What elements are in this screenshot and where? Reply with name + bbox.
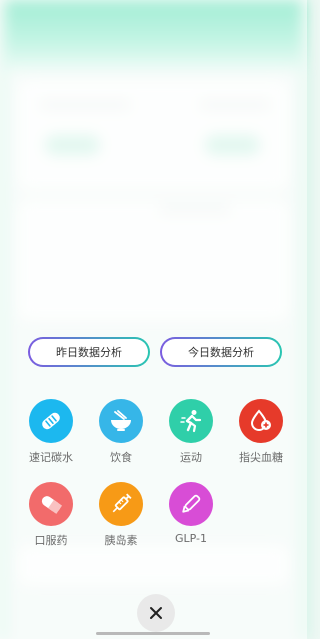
- exercise-button[interactable]: 运动: [155, 399, 227, 465]
- fingertip-glucose-button[interactable]: 指尖血糖: [225, 399, 297, 465]
- running-icon: [169, 399, 213, 443]
- pill-icon: [29, 482, 73, 526]
- bread-icon: [29, 399, 73, 443]
- today-analysis-button[interactable]: 今日数据分析: [160, 337, 282, 367]
- quick-carb-label: 速记碳水: [29, 451, 73, 464]
- oral-medicine-button[interactable]: 口服药: [15, 482, 87, 548]
- diet-button[interactable]: 饮食: [85, 399, 157, 465]
- fingertip-glucose-label: 指尖血糖: [239, 451, 283, 464]
- syringe-icon: [99, 482, 143, 526]
- glp1-label: GLP-1: [174, 532, 207, 545]
- diet-label: 饮食: [110, 451, 132, 464]
- exercise-label: 运动: [180, 451, 202, 464]
- glp1-button[interactable]: GLP-1: [155, 482, 227, 545]
- food-bowl-icon: [99, 399, 143, 443]
- yesterday-analysis-label: 昨日数据分析: [56, 346, 122, 359]
- close-button[interactable]: [137, 594, 175, 632]
- blood-drop-icon: [239, 399, 283, 443]
- yesterday-analysis-button[interactable]: 昨日数据分析: [28, 337, 150, 367]
- home-indicator: [96, 632, 210, 635]
- insulin-button[interactable]: 胰岛素: [85, 482, 157, 548]
- quick-carb-button[interactable]: 速记碳水: [15, 399, 87, 465]
- close-icon: [150, 607, 162, 619]
- insulin-label: 胰岛素: [104, 534, 138, 547]
- today-analysis-label: 今日数据分析: [188, 346, 254, 359]
- quick-record-sheet: 昨日数据分析 今日数据分析 速记碳水 饮食 运动 指尖血糖 口服药 胰岛素 GL…: [0, 0, 307, 639]
- pen-injector-icon: [169, 482, 213, 526]
- oral-medicine-label: 口服药: [34, 534, 68, 547]
